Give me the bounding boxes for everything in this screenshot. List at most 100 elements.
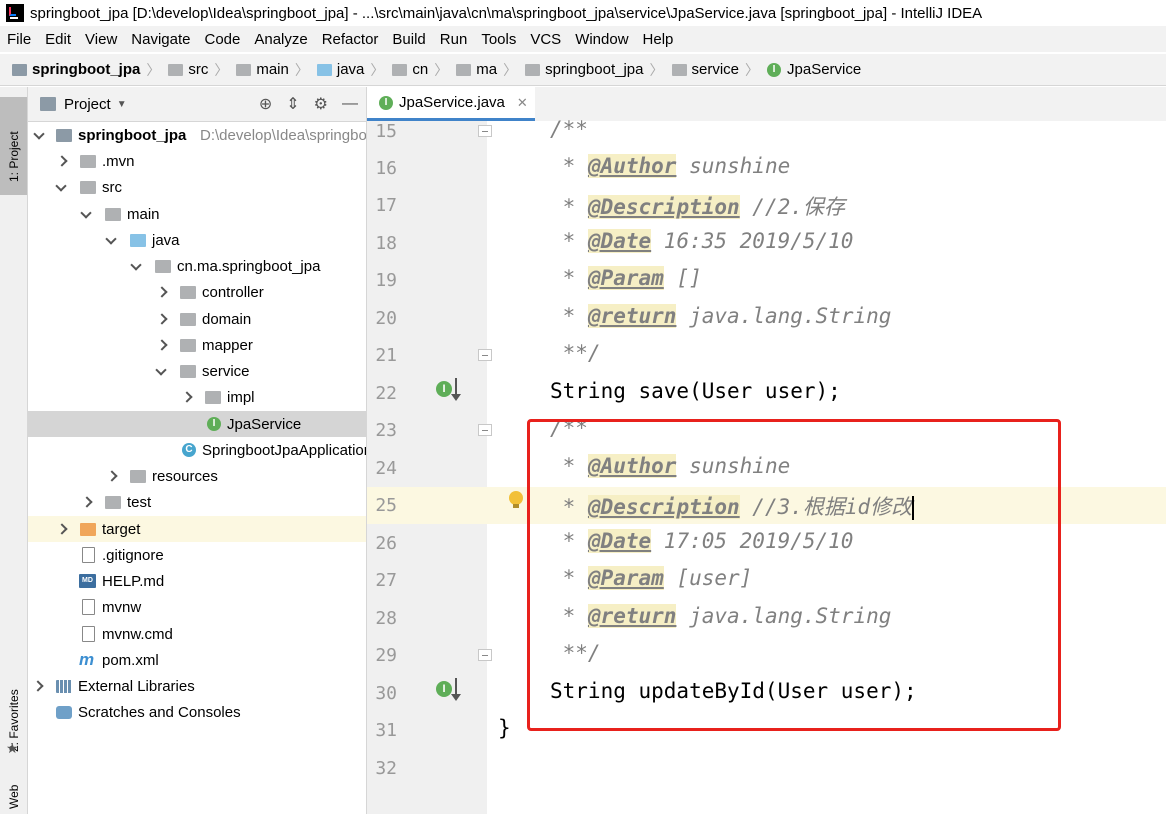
chevron-right-icon[interactable] (81, 497, 91, 507)
package-icon (180, 285, 196, 299)
menu-view[interactable]: View (78, 31, 124, 48)
breadcrumb: springboot_jpa 〉 src 〉 main 〉 java 〉 cn 〉 ma 〉… (0, 54, 1166, 86)
breadcrumb-item-main[interactable]: main 〉 (236, 60, 317, 80)
menu-window[interactable]: Window (568, 31, 635, 48)
tree-item-application[interactable]: C SpringbootJpaApplication (28, 437, 366, 463)
chevron-right-icon: 〉 (214, 61, 229, 78)
chevron-right-icon: 〉 (745, 61, 760, 78)
breadcrumb-item-springboot-jpa[interactable]: springboot_jpa 〉 (525, 60, 671, 80)
code-line-17: 17 * @Description //2.保存 (375, 195, 845, 219)
chevron-right-icon[interactable] (106, 471, 116, 481)
lightbulb-icon[interactable] (509, 491, 523, 509)
tree-item-main[interactable]: main (28, 201, 366, 227)
tree-item-target[interactable]: target (28, 516, 366, 542)
window-title: springboot_jpa [D:\develop\Idea\springbo… (30, 4, 983, 22)
hide-panel-icon[interactable]: — (342, 95, 358, 113)
tree-item-mvnw[interactable]: mvnw (28, 594, 366, 620)
tool-tab-web[interactable]: Web (0, 777, 27, 814)
menu-file[interactable]: File (0, 31, 38, 48)
tool-tab-project[interactable]: 1: Project (0, 97, 27, 195)
tree-item-mapper[interactable]: mapper (28, 332, 366, 358)
breadcrumb-item-ma[interactable]: ma 〉 (456, 60, 525, 80)
breadcrumb-item-cn[interactable]: cn 〉 (392, 60, 456, 80)
project-panel-toolbar: ⊕ ⇕ ⚙ — (259, 87, 358, 121)
chevron-down-icon[interactable] (156, 366, 166, 376)
fold-marker-icon[interactable] (478, 649, 492, 661)
chevron-down-icon[interactable] (131, 261, 141, 271)
code-line-22: 22 I String save(User user); (375, 378, 841, 406)
collapse-all-icon[interactable]: ⇕ (286, 94, 299, 114)
chevron-down-icon[interactable] (81, 209, 91, 219)
menu-navigate[interactable]: Navigate (124, 31, 197, 48)
chevron-down-icon[interactable] (56, 182, 66, 192)
tree-item-impl[interactable]: impl (28, 384, 366, 410)
tree-item-scratches[interactable]: Scratches and Consoles (28, 699, 366, 725)
package-icon (155, 259, 171, 273)
star-icon: ★ (6, 740, 19, 756)
package-icon (671, 63, 687, 76)
chevron-right-icon[interactable] (56, 156, 66, 166)
menu-analyze[interactable]: Analyze (247, 31, 314, 48)
chevron-right-icon[interactable] (156, 340, 166, 350)
text-file-icon (82, 547, 95, 563)
source-folder-icon (130, 233, 146, 247)
fold-marker-icon[interactable] (478, 349, 492, 361)
tree-item-mvn[interactable]: .mvn (28, 148, 366, 174)
tree-item-resources[interactable]: resources (28, 463, 366, 489)
menu-vcs[interactable]: VCS (523, 31, 568, 48)
chevron-right-icon: 〉 (294, 61, 309, 78)
chevron-right-icon[interactable] (32, 681, 42, 691)
chevron-down-icon[interactable] (34, 130, 44, 140)
implemented-method-icon[interactable]: I (436, 678, 466, 706)
breadcrumb-item-jpaservice[interactable]: I JpaService (767, 61, 861, 78)
interface-icon: I (379, 95, 393, 110)
project-panel-title[interactable]: Project (64, 96, 111, 113)
chevron-right-icon[interactable] (156, 314, 166, 324)
chevron-right-icon[interactable] (181, 392, 191, 402)
tree-item-mvnw-cmd[interactable]: mvnw.cmd (28, 621, 366, 647)
fold-marker-icon[interactable] (478, 125, 492, 137)
gear-icon[interactable]: ⚙ (314, 94, 328, 114)
title-bar: springboot_jpa [D:\develop\Idea\springbo… (0, 0, 1166, 26)
tree-item-test[interactable]: test (28, 489, 366, 515)
menu-build[interactable]: Build (385, 31, 432, 48)
tree-item-package[interactable]: cn.ma.springboot_jpa (28, 253, 366, 279)
menu-run[interactable]: Run (433, 31, 475, 48)
module-folder-icon (56, 128, 72, 142)
chevron-down-icon[interactable]: ▼ (117, 99, 127, 110)
breadcrumb-item-java[interactable]: java 〉 (316, 60, 393, 80)
scratches-icon (56, 705, 72, 719)
menu-refactor[interactable]: Refactor (315, 31, 386, 48)
tree-item-jpaservice[interactable]: I JpaService (28, 411, 366, 437)
text-file-icon (82, 626, 95, 642)
locate-file-icon[interactable]: ⊕ (259, 94, 272, 114)
chevron-down-icon[interactable] (106, 235, 116, 245)
chevron-right-icon[interactable] (56, 524, 66, 534)
chevron-right-icon[interactable] (156, 287, 166, 297)
code-line-21: 21 **/ (375, 341, 601, 366)
fold-marker-icon[interactable] (478, 424, 492, 436)
tree-item-pom-xml[interactable]: m pom.xml (28, 647, 366, 673)
excluded-folder-icon (80, 522, 96, 536)
code-line-32: 32 (375, 758, 397, 779)
tree-item-gitignore[interactable]: .gitignore (28, 542, 366, 568)
tree-item-service[interactable]: service (28, 358, 366, 384)
close-icon[interactable]: ✕ (517, 95, 528, 111)
tree-item-java[interactable]: java (28, 227, 366, 253)
menu-code[interactable]: Code (197, 31, 247, 48)
tree-item-src[interactable]: src (28, 174, 366, 200)
chevron-right-icon: 〉 (146, 61, 161, 78)
tree-item-domain[interactable]: domain (28, 306, 366, 332)
tree-item-controller[interactable]: controller (28, 279, 366, 305)
menu-edit[interactable]: Edit (38, 31, 78, 48)
breadcrumb-item-service[interactable]: service 〉 (671, 60, 768, 80)
tree-item-external-libraries[interactable]: External Libraries (28, 673, 366, 699)
tree-item-project-root[interactable]: springboot_jpa D:\develop\Idea\springboo… (28, 122, 366, 148)
package-icon (180, 364, 196, 378)
breadcrumb-item-project[interactable]: springboot_jpa 〉 (12, 60, 168, 80)
tree-item-help-md[interactable]: MD HELP.md (28, 568, 366, 594)
menu-help[interactable]: Help (636, 31, 681, 48)
menu-tools[interactable]: Tools (474, 31, 523, 48)
implemented-method-icon[interactable]: I (436, 378, 466, 406)
breadcrumb-item-src[interactable]: src 〉 (168, 60, 236, 80)
